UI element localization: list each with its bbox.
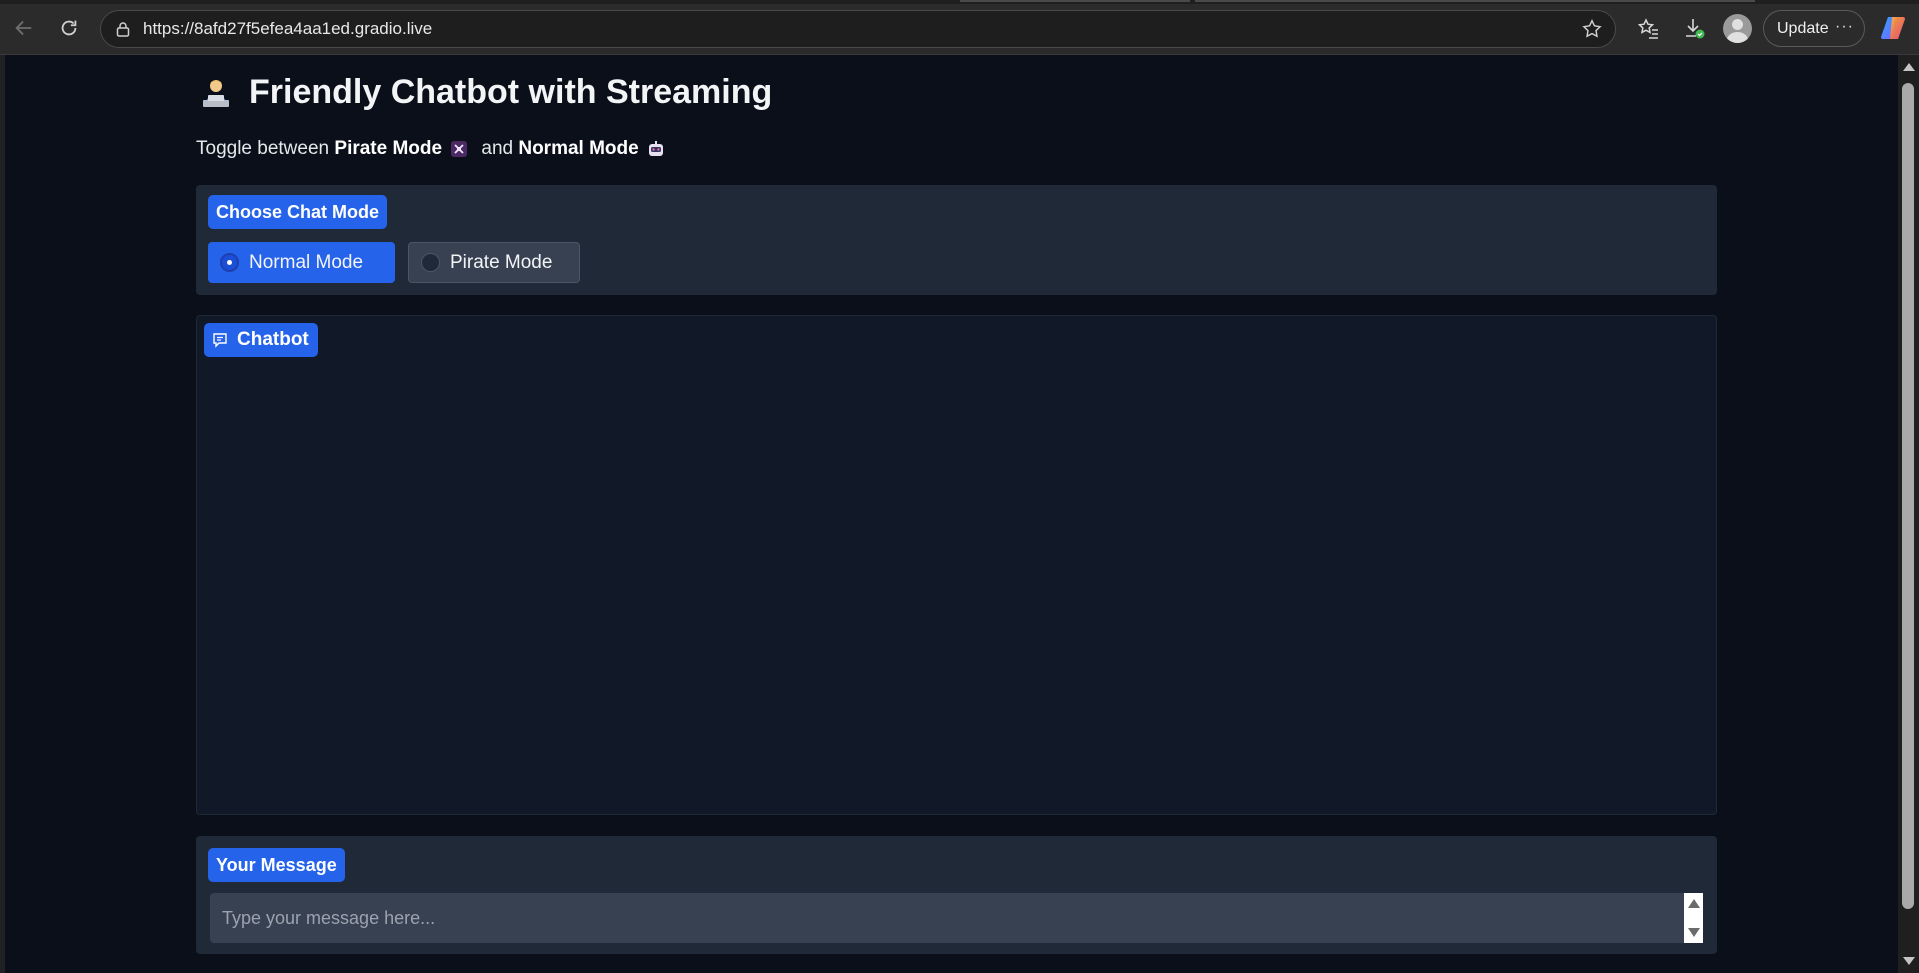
radio-normal-mode[interactable]: Normal Mode <box>208 242 395 283</box>
person-technologist-emoji-icon <box>199 76 233 110</box>
message-panel: Your Message Type your message here... <box>196 836 1717 954</box>
message-input-scrollbar[interactable] <box>1684 893 1703 943</box>
reload-button[interactable] <box>53 12 85 44</box>
favorites-list-icon[interactable] <box>1634 14 1662 42</box>
radio-unchecked-icon[interactable] <box>421 253 440 272</box>
chat-mode-label: Choose Chat Mode <box>208 195 388 229</box>
radio-normal-mode-label: Normal Mode <box>249 251 364 273</box>
scroll-down-arrow-icon[interactable] <box>1903 957 1915 965</box>
radio-checked-icon[interactable] <box>220 253 239 272</box>
radio-pirate-mode[interactable]: Pirate Mode <box>408 242 580 283</box>
subtitle-and: and <box>476 138 519 159</box>
reload-icon <box>61 20 77 36</box>
radio-pirate-mode-label: Pirate Mode <box>450 251 553 273</box>
lock-icon <box>115 21 131 37</box>
page-viewport: Friendly Chatbot with Streaming Toggle b… <box>5 55 1898 973</box>
tab-strip <box>0 0 1919 4</box>
arrow-left-icon <box>15 20 32 36</box>
chatbot-label-text: Chatbot <box>237 329 309 350</box>
subtitle-normal-mode: Normal Mode <box>518 138 639 159</box>
page-title-text: Friendly Chatbot with Streaming <box>249 73 773 111</box>
page-subtitle: Toggle between Pirate Mode and Normal Mo… <box>196 138 673 160</box>
scroll-down-icon[interactable] <box>1688 928 1700 937</box>
copilot-icon[interactable] <box>1879 13 1909 43</box>
url-text: https://8afd27f5efea4aa1ed.gradio.live <box>143 19 433 38</box>
message-label: Your Message <box>208 848 345 882</box>
chatbot-label: Chatbot <box>204 323 318 357</box>
downloads-icon[interactable] <box>1680 14 1708 42</box>
robot-icon <box>647 140 665 158</box>
more-menu-icon[interactable]: ··· <box>1835 18 1854 36</box>
scroll-up-arrow-icon[interactable] <box>1903 63 1915 71</box>
profile-avatar[interactable] <box>1723 14 1752 43</box>
update-label: Update <box>1777 19 1829 37</box>
subtitle-prefix: Toggle between <box>196 138 335 159</box>
skull-crossbones-icon <box>450 140 468 158</box>
chatbot-panel[interactable]: Chatbot <box>196 315 1717 815</box>
scroll-up-icon[interactable] <box>1688 899 1700 908</box>
back-button[interactable] <box>8 12 40 44</box>
update-button[interactable]: Update ··· <box>1763 10 1865 47</box>
message-input[interactable]: Type your message here... <box>210 893 1696 943</box>
scrollbar-thumb[interactable] <box>1902 83 1914 909</box>
address-bar[interactable]: https://8afd27f5efea4aa1ed.gradio.live <box>100 10 1616 48</box>
chat-bubble-icon <box>213 333 227 348</box>
chat-mode-panel: Choose Chat Mode Normal Mode Pirate Mode <box>196 185 1717 295</box>
subtitle-pirate-mode: Pirate Mode <box>334 138 443 159</box>
page-scrollbar[interactable] <box>1898 55 1919 973</box>
page-title: Friendly Chatbot with Streaming <box>199 73 772 112</box>
favorite-star-icon[interactable] <box>1581 18 1603 40</box>
browser-toolbar: https://8afd27f5efea4aa1ed.gradio.live U… <box>0 0 1919 55</box>
